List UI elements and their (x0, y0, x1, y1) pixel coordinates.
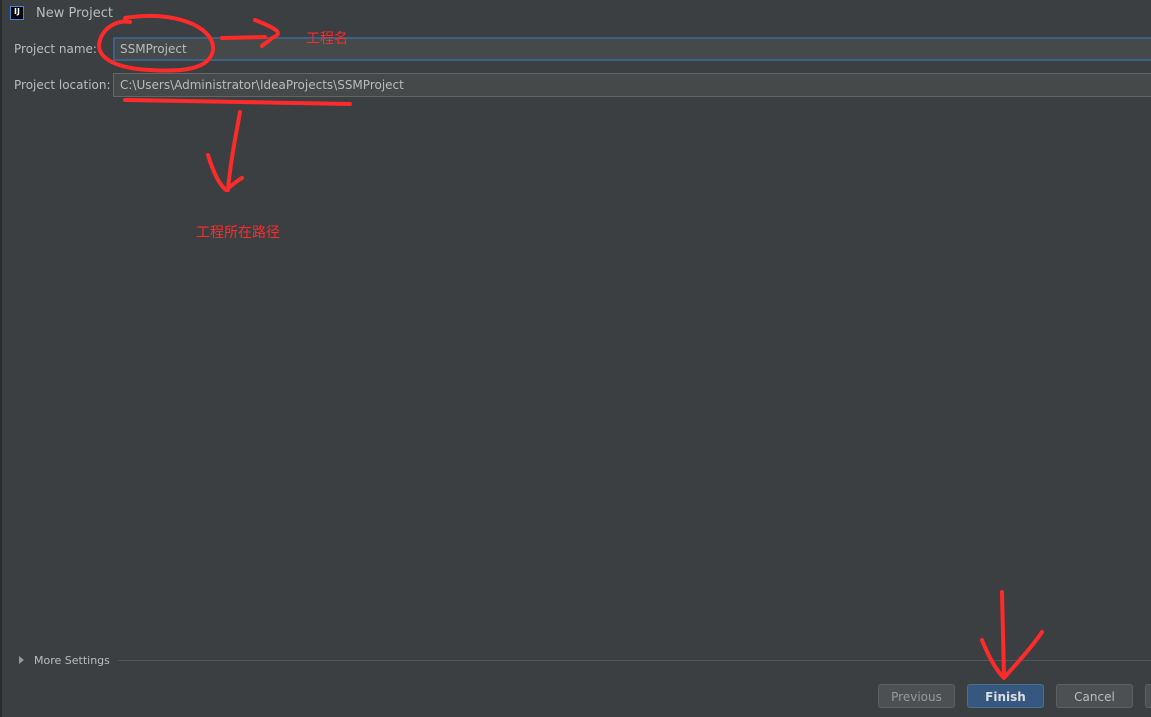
project-location-annotation: 工程所在路径 (196, 225, 280, 241)
location-underline-annotation (123, 98, 352, 106)
finish-arrow-annotation (980, 590, 1044, 680)
name-arrow-annotation (220, 18, 280, 48)
name-circle-annotation (97, 13, 215, 73)
project-name-annotation: 工程名 (306, 31, 348, 47)
location-arrow-annotation (206, 110, 244, 192)
annotation-scribbles (97, 13, 1044, 680)
